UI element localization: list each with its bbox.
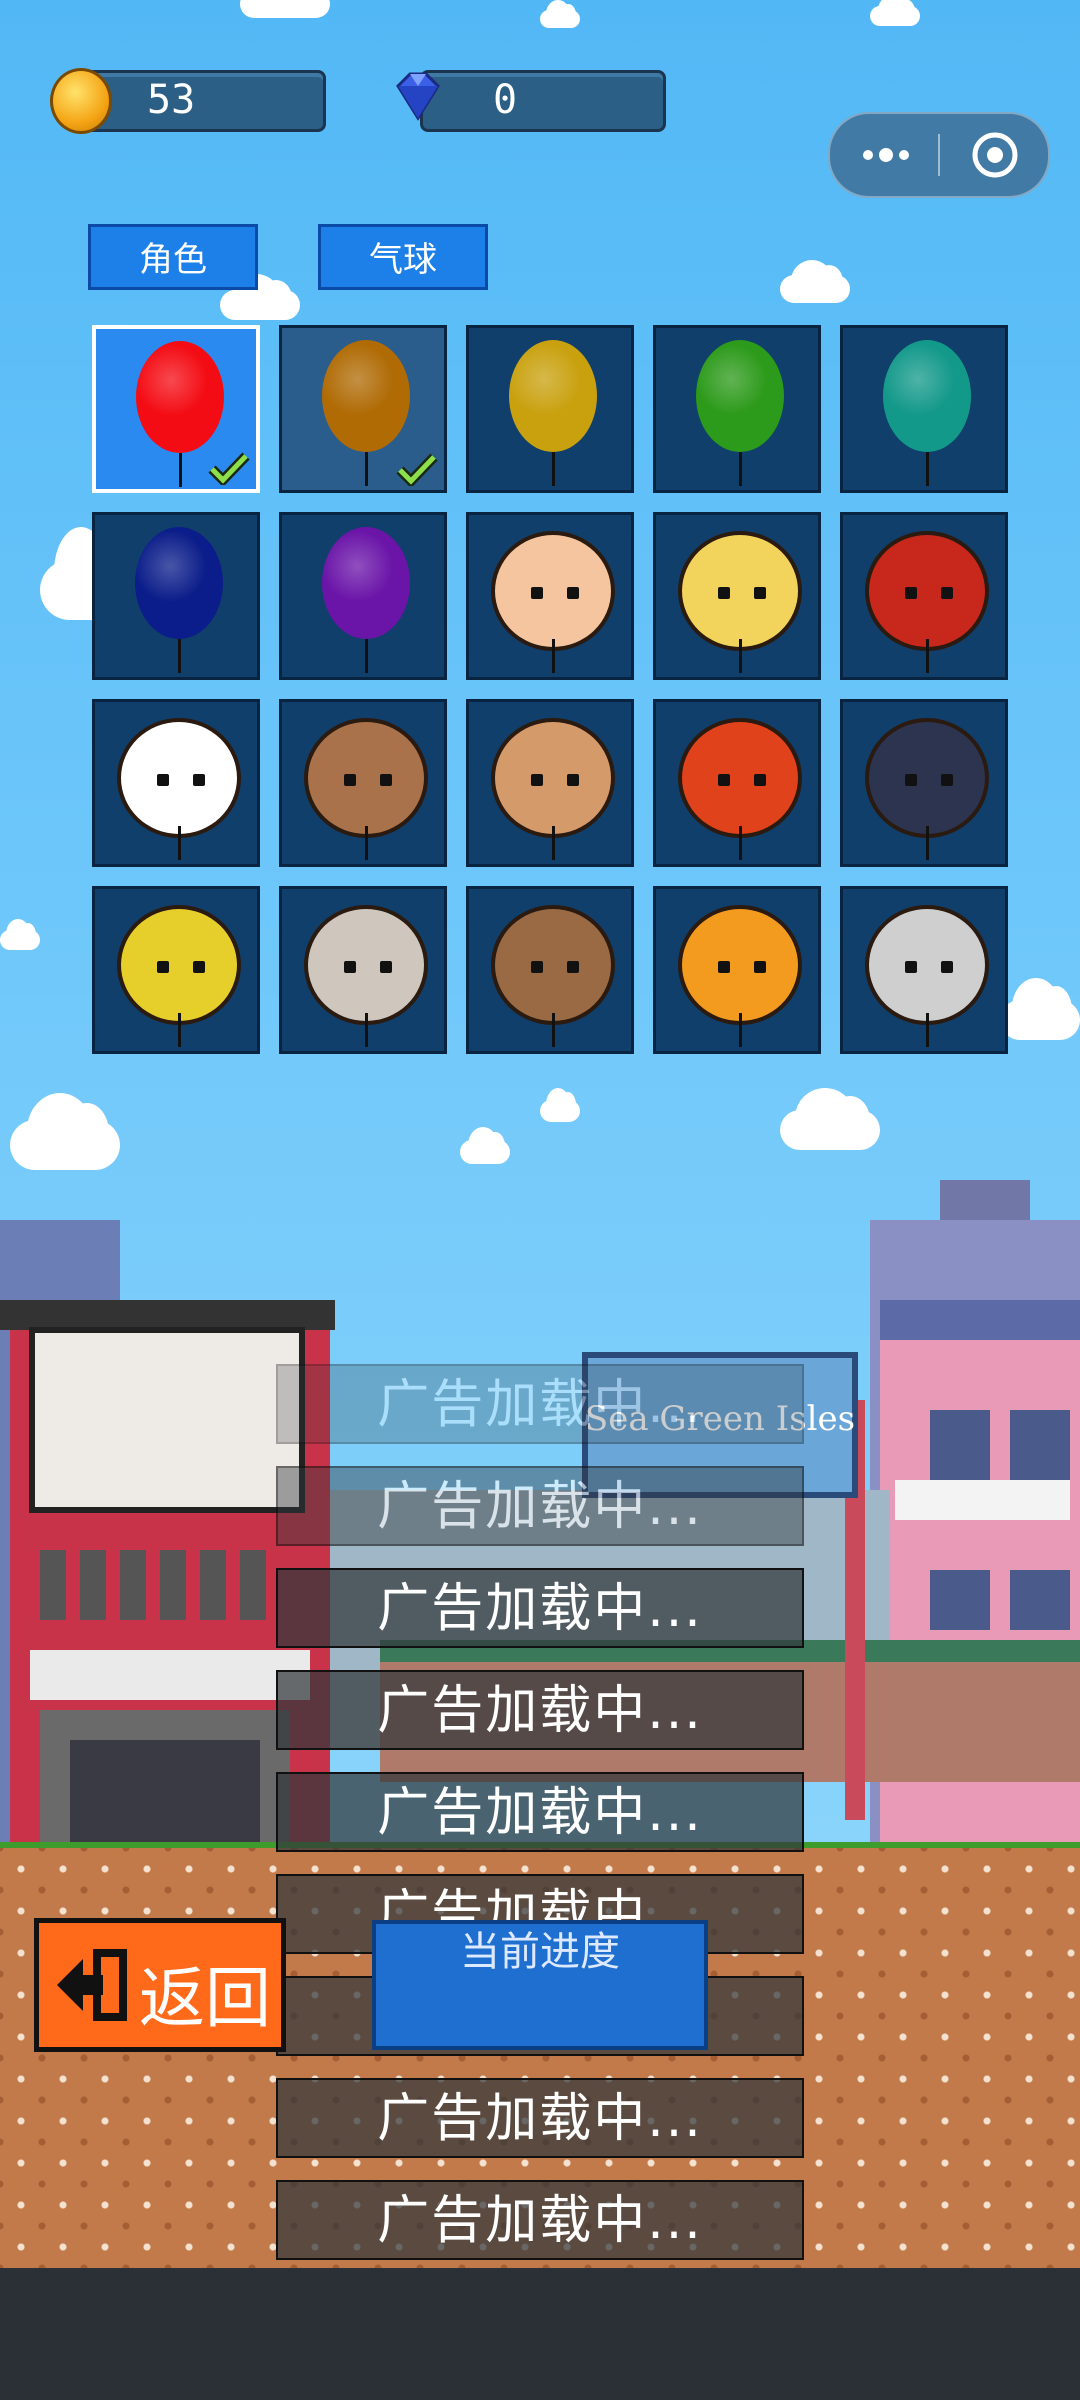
balloon-string — [179, 453, 182, 487]
cat-balloon-icon — [491, 905, 615, 1025]
ad-loading-banner[interactable]: 广告加载中... — [276, 2078, 804, 2158]
balloon-slot[interactable] — [653, 699, 821, 867]
balloon-slot[interactable] — [840, 886, 1008, 1054]
balloon-slot[interactable] — [92, 512, 260, 680]
coin-count: 53 — [147, 77, 196, 123]
balloon-string — [926, 1013, 929, 1047]
balloon-string — [365, 452, 368, 486]
ad-loading-banner[interactable]: 广告加载中... — [276, 1772, 804, 1852]
miniprogram-capsule — [828, 112, 1050, 198]
cloud — [540, 0, 580, 28]
cloud — [1000, 978, 1080, 1040]
bear-balloon-icon — [304, 718, 428, 838]
cloud — [870, 0, 920, 26]
balloon-string — [739, 639, 742, 673]
balloon-slot[interactable] — [279, 699, 447, 867]
capsule-divider — [938, 134, 940, 176]
balloon-slot[interactable] — [92, 699, 260, 867]
sunflower-balloon-icon — [678, 905, 802, 1025]
more-icon[interactable] — [858, 140, 914, 170]
tab-character[interactable]: 角色 — [88, 224, 258, 290]
diamond-icon — [396, 72, 440, 121]
sheep-balloon-icon — [304, 905, 428, 1025]
girl-balloon-icon — [491, 531, 615, 651]
coin-icon — [50, 68, 112, 134]
balloon-string — [552, 826, 555, 860]
cloud — [780, 259, 850, 303]
purple-balloon-icon — [322, 527, 410, 639]
pufferfish-balloon-icon — [491, 718, 615, 838]
mouse-balloon-icon — [865, 718, 989, 838]
ad-loading-banner[interactable]: 广告加载中... — [276, 1466, 804, 1546]
cloud — [240, 0, 330, 18]
teal-balloon-icon — [883, 340, 971, 452]
ad-loading-banner[interactable]: 广告加载中... — [276, 1670, 804, 1750]
penguin-balloon-icon — [117, 718, 241, 838]
cloud — [220, 273, 300, 320]
balloon-string — [178, 1013, 181, 1047]
balloon-string — [178, 826, 181, 860]
balloon-string — [739, 826, 742, 860]
balloon-slot[interactable] — [92, 325, 260, 493]
close-icon[interactable] — [970, 130, 1020, 180]
balloon-slot[interactable] — [466, 512, 634, 680]
balloon-string — [926, 452, 929, 486]
ladybug-balloon-icon — [865, 531, 989, 651]
goldfish-balloon-icon — [678, 718, 802, 838]
balloon-string — [552, 1013, 555, 1047]
cloud — [0, 919, 40, 950]
balloon-string — [926, 639, 929, 673]
balloon-string — [552, 639, 555, 673]
balloon-slot[interactable] — [279, 886, 447, 1054]
balloon-slot[interactable] — [840, 325, 1008, 493]
balloon-slot[interactable] — [653, 886, 821, 1054]
balloon-string — [739, 452, 742, 486]
balloon-string — [178, 639, 181, 673]
gadget-balloon-icon — [865, 905, 989, 1025]
chick-balloon-icon — [678, 531, 802, 651]
green-balloon-icon — [696, 340, 784, 452]
ad-loading-banner[interactable]: 广告加载中... — [276, 1364, 804, 1444]
tab-balloon[interactable]: 气球 — [318, 224, 488, 290]
balloon-slot[interactable] — [279, 512, 447, 680]
bottom-bar — [0, 2268, 1080, 2400]
orange-balloon-icon — [322, 340, 410, 452]
balloon-slot[interactable] — [840, 512, 1008, 680]
gem-counter: 0 — [420, 70, 666, 132]
balloon-slot[interactable] — [466, 886, 634, 1054]
duck-balloon-icon — [117, 905, 241, 1025]
balloon-string — [365, 826, 368, 860]
balloon-slot[interactable] — [279, 325, 447, 493]
current-progress-button[interactable]: 当前进度 — [372, 1920, 708, 2050]
red-balloon-icon — [136, 341, 224, 453]
check-icon — [208, 452, 250, 485]
back-label: 返回 — [139, 1960, 271, 2037]
gem-count: 0 — [493, 77, 518, 123]
back-button[interactable]: 返回 — [34, 1918, 286, 2052]
balloon-slot[interactable] — [466, 699, 634, 867]
balloon-slot[interactable] — [653, 512, 821, 680]
balloon-string — [365, 639, 368, 673]
balloon-slot[interactable] — [840, 699, 1008, 867]
balloon-string — [926, 826, 929, 860]
balloon-string — [739, 1013, 742, 1047]
balloon-slot[interactable] — [653, 325, 821, 493]
check-icon — [396, 453, 438, 486]
balloon-string — [365, 1013, 368, 1047]
exit-icon — [57, 1949, 127, 2021]
yellow-balloon-icon — [509, 340, 597, 452]
balloon-slot[interactable] — [466, 325, 634, 493]
navy-balloon-icon — [135, 527, 223, 639]
balloon-slot[interactable] — [92, 886, 260, 1054]
balloon-string — [552, 452, 555, 486]
ad-loading-banner[interactable]: 广告加载中... — [276, 1568, 804, 1648]
ad-loading-banner[interactable]: 广告加载中... — [276, 2180, 804, 2260]
